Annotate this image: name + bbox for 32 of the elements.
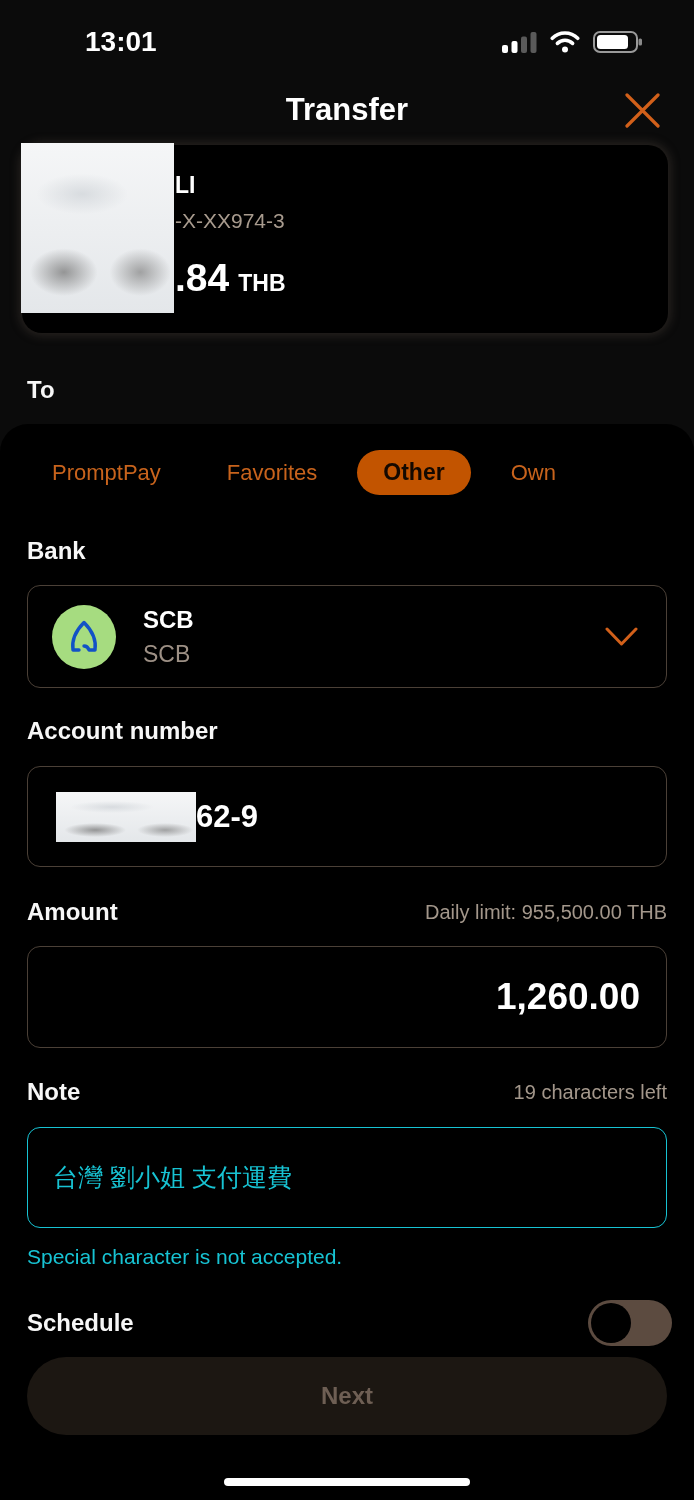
section-label: To — [27, 376, 55, 404]
bank-logo-icon — [52, 604, 116, 669]
bank-name: SCB — [143, 605, 194, 634]
wifi-icon — [550, 31, 580, 53]
daily-limit-text: Daily limit: 955,500.00 THB — [425, 900, 667, 924]
chevron-down-icon — [605, 627, 638, 646]
battery-icon — [593, 31, 642, 53]
account-number-text: -X-XX974-3 — [175, 208, 285, 234]
bank-code: SCB — [143, 640, 191, 668]
error-message: Special character is not accepted. — [27, 1245, 343, 1268]
tab[interactable]: Own — [484, 450, 582, 495]
account-number-field[interactable]: 62-9 — [27, 766, 667, 867]
field-label: Note — [27, 1078, 81, 1106]
close-icon[interactable] — [625, 92, 660, 128]
balance-amount: .84 — [175, 256, 230, 300]
schedule-label: Schedule — [27, 1309, 134, 1337]
tab[interactable]: PromptPay — [26, 450, 187, 495]
character-counter: 19 characters left — [513, 1080, 667, 1104]
currency-label: THB — [238, 269, 286, 298]
tab[interactable]: Other — [357, 450, 471, 495]
toggle-switch[interactable] — [588, 1300, 672, 1346]
tab[interactable]: Favorites — [200, 450, 344, 495]
bank-select[interactable]: SCB SCB — [27, 585, 667, 688]
signal-icon — [502, 31, 537, 53]
account-name: LI — [175, 171, 196, 199]
field-label: Account number — [27, 717, 218, 745]
field-label: Amount — [27, 898, 118, 926]
screen-title: Transfer — [285, 92, 409, 128]
note-field[interactable]: 台灣 劉小姐 支付運費 — [27, 1127, 667, 1228]
amount-field[interactable]: 1,260.00 — [27, 946, 667, 1048]
field-label: Bank — [27, 537, 86, 565]
status-time: 13:01 — [85, 26, 157, 58]
